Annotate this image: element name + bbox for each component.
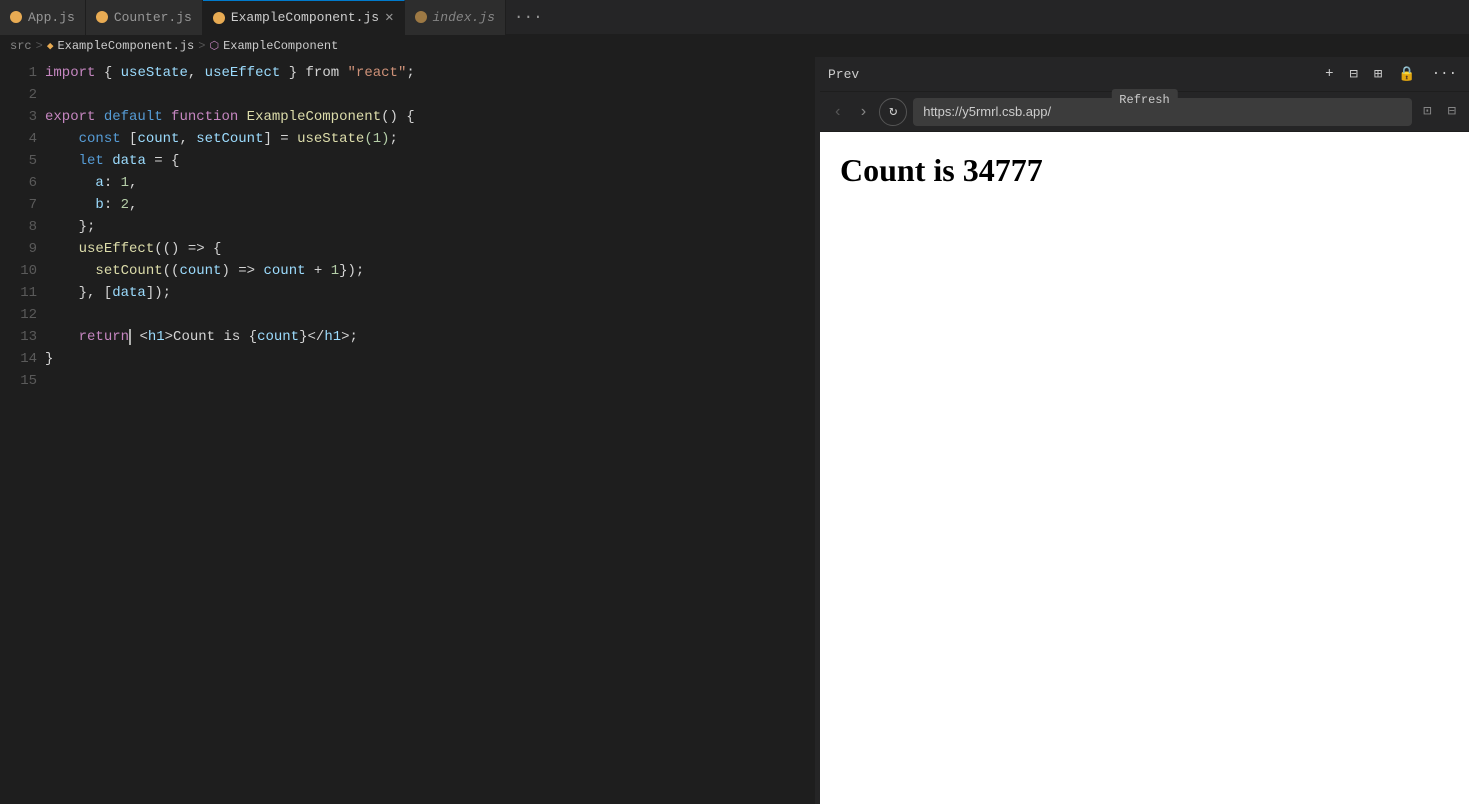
tab-icon-index-js	[415, 11, 427, 23]
tab-bar: App.js Counter.js ExampleComponent.js ✕ …	[0, 0, 1469, 35]
tab-counter-js[interactable]: Counter.js	[86, 0, 203, 35]
breadcrumb-sep1: >	[36, 39, 43, 53]
line-number-15: 15	[0, 370, 37, 392]
code-line-5[interactable]: let data = {	[45, 150, 801, 172]
lock-icon[interactable]: 🔒	[1394, 64, 1419, 85]
code-line-8[interactable]: };	[45, 216, 801, 238]
preview-header: Prev Refresh + ⊟ ⊞ 🔒 ···	[820, 57, 1469, 92]
tab-icon-app-js	[10, 11, 22, 23]
line-number-6: 6	[0, 172, 37, 194]
back-button[interactable]: ‹	[828, 100, 848, 124]
preview-heading: Count is 34777	[840, 152, 1449, 189]
line-number-12: 12	[0, 304, 37, 326]
preview-content: Count is 34777	[820, 132, 1469, 804]
open-new-tab-icon[interactable]: ⊟	[1443, 100, 1461, 123]
line-number-13: 13	[0, 326, 37, 348]
refresh-button[interactable]: ↻	[879, 98, 907, 126]
line-number-5: 5	[0, 150, 37, 172]
code-line-14[interactable]: }	[45, 348, 801, 370]
line-number-4: 4	[0, 128, 37, 150]
line-number-10: 10	[0, 260, 37, 282]
code-line-4[interactable]: const [count, setCount] = useState(1);	[45, 128, 801, 150]
open-external-icon[interactable]: ⊡	[1418, 100, 1436, 123]
url-bar[interactable]	[913, 98, 1412, 126]
line-number-1: 1	[0, 62, 37, 84]
code-lines[interactable]: import { useState, useEffect } from "rea…	[45, 62, 801, 804]
tab-label-index-js: index.js	[433, 10, 495, 25]
line-number-9: 9	[0, 238, 37, 260]
line-number-2: 2	[0, 84, 37, 106]
tab-more-button[interactable]: ···	[506, 0, 551, 35]
code-line-7[interactable]: b: 2,	[45, 194, 801, 216]
tab-close-example-js[interactable]: ✕	[385, 9, 393, 26]
code-content: 123456789101112131415 import { useState,…	[0, 57, 815, 804]
tab-index-js[interactable]: index.js	[405, 0, 506, 35]
code-line-9[interactable]: useEffect(() => {	[45, 238, 801, 260]
plus-icon[interactable]: +	[1321, 64, 1337, 84]
tab-label-counter-js: Counter.js	[114, 10, 192, 25]
more-icon[interactable]: ···	[1428, 64, 1461, 84]
breadcrumb-fn-icon: ⬡	[209, 39, 219, 53]
breadcrumb-fn-name: ExampleComponent	[223, 39, 338, 53]
tab-icon-counter-js	[96, 11, 108, 23]
line-number-11: 11	[0, 282, 37, 304]
tab-label-app-js: App.js	[28, 10, 75, 25]
tab-app-js[interactable]: App.js	[0, 0, 86, 35]
forward-button[interactable]: ›	[854, 100, 874, 124]
preview-panel: Prev Refresh + ⊟ ⊞ 🔒 ··· ‹ › ↻ ⊡ ⊟ Count…	[820, 57, 1469, 804]
code-line-3[interactable]: export default function ExampleComponent…	[45, 106, 801, 128]
code-line-13[interactable]: return <h1>Count is {count}</h1>;	[45, 326, 801, 348]
header-icons: + ⊟ ⊞ 🔒 ···	[1321, 64, 1461, 85]
main-area: 123456789101112131415 import { useState,…	[0, 57, 1469, 804]
editor-panel: 123456789101112131415 import { useState,…	[0, 57, 815, 804]
line-number-7: 7	[0, 194, 37, 216]
layout-toggle-icon[interactable]: ⊞	[1370, 64, 1386, 85]
browser-bar: ‹ › ↻ ⊡ ⊟	[820, 92, 1469, 132]
tab-icon-example-js	[213, 12, 225, 24]
scrollbar[interactable]	[801, 62, 815, 804]
breadcrumb: src > ◆ ExampleComponent.js > ⬡ ExampleC…	[0, 35, 1469, 57]
breadcrumb-component-name: ExampleComponent.js	[57, 39, 194, 53]
breadcrumb-component-icon: ◆	[47, 39, 54, 53]
line-numbers: 123456789101112131415	[0, 62, 45, 804]
breadcrumb-src: src	[10, 39, 32, 53]
code-line-11[interactable]: }, [data]);	[45, 282, 801, 304]
code-line-6[interactable]: a: 1,	[45, 172, 801, 194]
preview-header-title: Prev	[828, 67, 859, 82]
line-number-3: 3	[0, 106, 37, 128]
line-number-8: 8	[0, 216, 37, 238]
code-line-15[interactable]	[45, 370, 801, 392]
tab-label-example-js: ExampleComponent.js	[231, 10, 379, 25]
layout-split-icon[interactable]: ⊟	[1345, 64, 1361, 85]
breadcrumb-sep2: >	[198, 39, 205, 53]
code-line-12[interactable]	[45, 304, 801, 326]
tab-example-component-js[interactable]: ExampleComponent.js ✕	[203, 0, 405, 35]
code-line-10[interactable]: setCount((count) => count + 1});	[45, 260, 801, 282]
code-line-2[interactable]	[45, 84, 801, 106]
code-line-1[interactable]: import { useState, useEffect } from "rea…	[45, 62, 801, 84]
line-number-14: 14	[0, 348, 37, 370]
